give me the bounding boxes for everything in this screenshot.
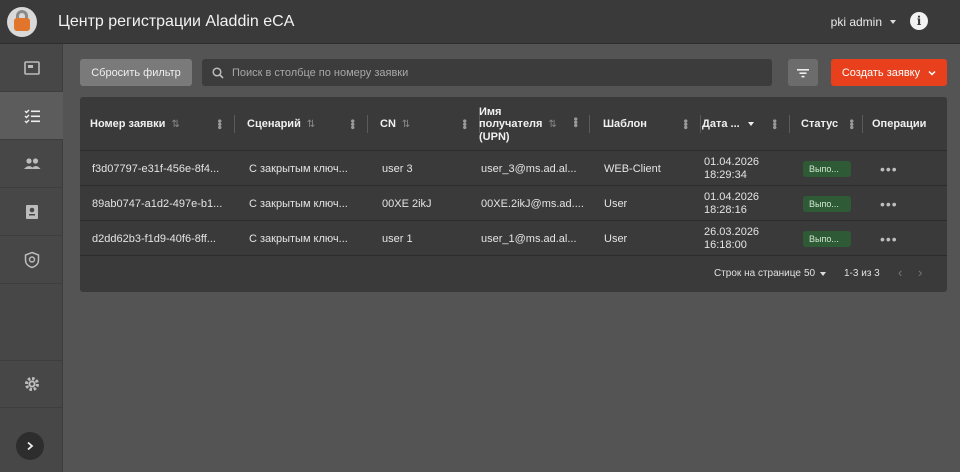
- sidebar-item-settings[interactable]: [0, 360, 63, 408]
- table-header: Номер заявки ⇅ ••• Сценарий ⇅ ••• CN ⇅ ••• …: [80, 97, 947, 151]
- filter-icon: [797, 68, 809, 77]
- cell-upn: 00XE.2ikJ@ms.ad....: [481, 197, 584, 210]
- cell-number: 89ab0747-a1d2-497e-b1...: [92, 197, 223, 210]
- create-request-label: Создать заявку: [841, 66, 921, 79]
- sidebar-item-certificates[interactable]: [0, 188, 63, 236]
- user-name: pki admin: [830, 15, 882, 29]
- filter-button[interactable]: [788, 59, 818, 86]
- status-badge: Выпо...: [803, 195, 851, 212]
- sort-icon[interactable]: ⇅: [548, 119, 556, 130]
- column-header-ops: Операции: [872, 118, 927, 130]
- chevron-down-icon: [928, 70, 936, 76]
- search-input[interactable]: [232, 66, 752, 79]
- column-menu-icon[interactable]: •••: [768, 119, 782, 129]
- page-range: 1-3 из 3: [844, 268, 880, 279]
- cell-number: d2dd62b3-f1d9-40f6-8ff...: [92, 232, 216, 245]
- top-bar: Центр регистрации Aladdin eCA pki admin …: [0, 0, 960, 44]
- cell-cn: 00XE 2ikJ: [382, 197, 432, 210]
- status-badge: Выпо...: [803, 230, 851, 247]
- table-row[interactable]: 89ab0747-a1d2-497e-b1... С закрытым ключ…: [80, 186, 947, 221]
- row-actions-icon[interactable]: •••: [880, 151, 910, 186]
- sidebar-item-security[interactable]: [0, 236, 63, 284]
- cell-template: User: [604, 197, 628, 210]
- requests-table: Номер заявки ⇅ ••• Сценарий ⇅ ••• CN ⇅ ••• …: [80, 97, 947, 292]
- cell-status: Выпо...: [803, 186, 865, 221]
- reset-filter-button[interactable]: Сбросить фильтр: [80, 59, 192, 86]
- column-header-number[interactable]: Номер заявки ⇅ •••: [90, 97, 235, 151]
- cell-date: 01.04.2026 18:28:16: [704, 190, 760, 216]
- column-header-cn[interactable]: CN ⇅ •••: [380, 97, 480, 151]
- create-request-button[interactable]: Создать заявку: [831, 59, 947, 86]
- dashboard-icon: [23, 60, 40, 75]
- cell-number: f3d07797-e31f-456e-8f4...: [92, 162, 220, 175]
- sort-icon[interactable]: ⇅: [307, 119, 315, 130]
- cell-scenario: С закрытым ключ...: [249, 197, 348, 210]
- app-title: Центр регистрации Aladdin eCA: [58, 12, 295, 30]
- table-row[interactable]: d2dd62b3-f1d9-40f6-8ff... С закрытым клю…: [80, 221, 947, 256]
- next-page-icon[interactable]: ›: [918, 265, 922, 280]
- search-bar[interactable]: [202, 59, 772, 86]
- gear-icon: [24, 377, 39, 391]
- chevron-down-icon: [820, 271, 827, 276]
- info-icon[interactable]: i: [910, 12, 928, 30]
- column-header-status[interactable]: Статус •••: [801, 97, 863, 151]
- column-menu-icon[interactable]: •••: [569, 117, 583, 127]
- pagination: Строк на странице 50 1-3 из 3 ‹ ›: [80, 256, 947, 292]
- sort-icon[interactable]: ⇅: [402, 119, 410, 130]
- rows-per-page-label: Строк на странице: [714, 268, 801, 279]
- rows-per-page-select[interactable]: 50: [804, 268, 827, 279]
- sidebar-item-dashboard[interactable]: [0, 44, 63, 92]
- cell-upn: user_1@ms.ad.al...: [481, 232, 577, 245]
- column-header-date[interactable]: Дата ... •••: [702, 97, 790, 151]
- shield-icon: [24, 251, 39, 268]
- cell-scenario: С закрытым ключ...: [249, 162, 348, 175]
- column-menu-icon[interactable]: •••: [458, 119, 472, 129]
- sidebar: [0, 44, 63, 472]
- sidebar-expand-button[interactable]: [16, 432, 44, 460]
- cell-status: Выпо...: [803, 151, 865, 186]
- cell-date: 01.04.2026 18:29:34: [704, 155, 760, 181]
- status-badge: Выпо...: [803, 160, 851, 177]
- row-actions-icon[interactable]: •••: [880, 186, 910, 221]
- users-icon: [23, 157, 40, 169]
- cell-template: WEB-Client: [604, 162, 661, 175]
- sort-desc-icon[interactable]: [747, 122, 754, 126]
- chevron-right-icon: [27, 441, 34, 451]
- sidebar-item-requests[interactable]: [0, 92, 63, 140]
- row-actions-icon[interactable]: •••: [880, 221, 910, 256]
- sidebar-item-users[interactable]: [0, 140, 63, 188]
- cell-template: User: [604, 232, 628, 245]
- lock-logo-icon: [7, 6, 37, 37]
- sort-icon[interactable]: ⇅: [171, 119, 179, 130]
- certificate-icon: [25, 204, 38, 219]
- column-header-recipient[interactable]: Имя получателя ⇅ (UPN) •••: [479, 97, 590, 151]
- table-row[interactable]: f3d07797-e31f-456e-8f4... С закрытым клю…: [80, 151, 947, 186]
- prev-page-icon[interactable]: ‹: [898, 265, 902, 280]
- column-menu-icon[interactable]: •••: [679, 119, 693, 129]
- list-check-icon: [24, 109, 40, 123]
- cell-date: 26.03.2026 16:18:00: [704, 225, 760, 251]
- app-logo[interactable]: [0, 0, 44, 44]
- user-menu[interactable]: pki admin: [831, 15, 896, 29]
- cell-cn: user 3: [382, 162, 413, 175]
- chevron-down-icon: [890, 20, 896, 24]
- column-menu-icon[interactable]: •••: [213, 119, 227, 129]
- column-header-scenario[interactable]: Сценарий ⇅ •••: [247, 97, 368, 151]
- column-header-template[interactable]: Шаблон •••: [603, 97, 701, 151]
- cell-cn: user 1: [382, 232, 413, 245]
- cell-upn: user_3@ms.ad.al...: [481, 162, 577, 175]
- cell-status: Выпо...: [803, 221, 865, 256]
- search-icon: [212, 66, 224, 79]
- cell-scenario: С закрытым ключ...: [249, 232, 348, 245]
- column-menu-icon[interactable]: •••: [346, 119, 360, 129]
- column-menu-icon[interactable]: •••: [845, 119, 859, 129]
